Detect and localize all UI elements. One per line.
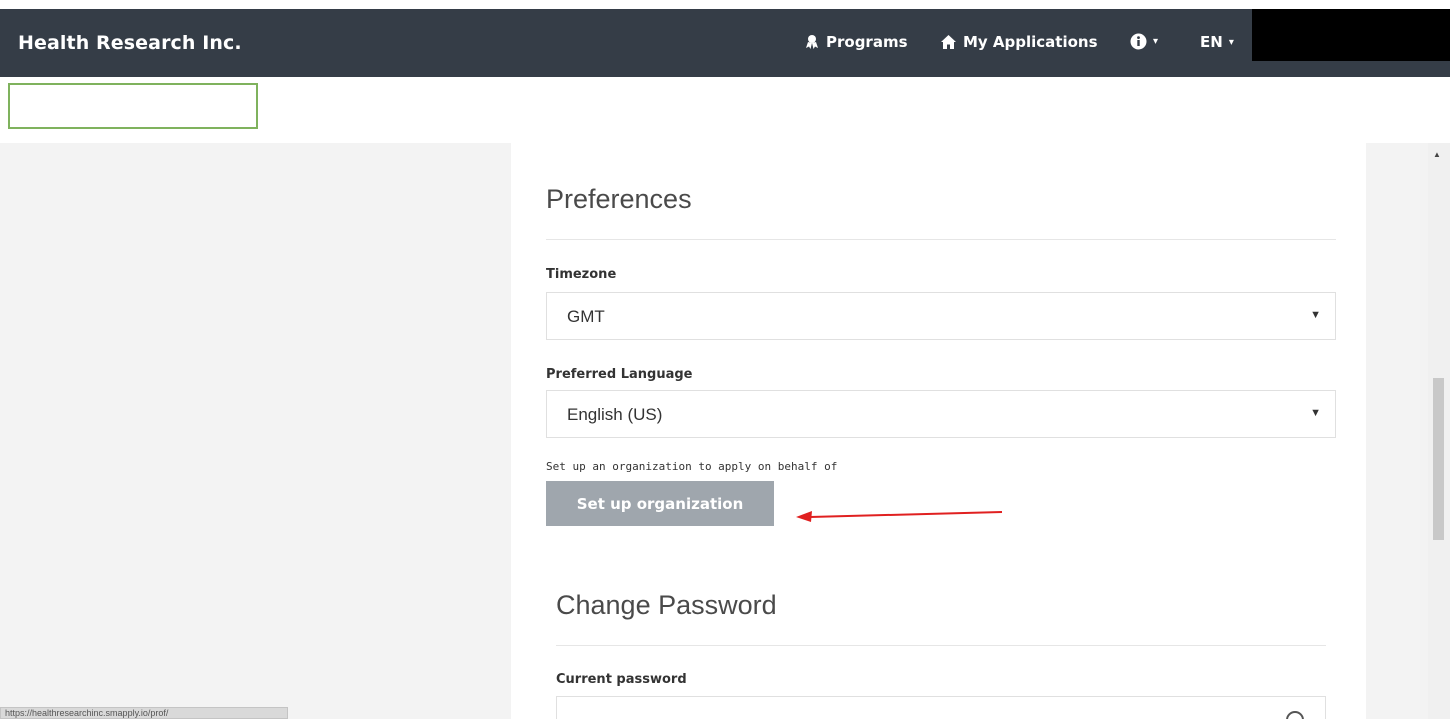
brand-title[interactable]: Health Research Inc. — [18, 32, 242, 54]
redacted-area — [1252, 9, 1450, 61]
scrollbar-thumb[interactable] — [1433, 378, 1444, 540]
divider — [546, 239, 1336, 240]
set-up-organization-button[interactable]: Set up organization — [546, 481, 774, 526]
current-password-label: Current password — [556, 672, 687, 687]
change-password-heading: Change Password — [556, 590, 777, 620]
nav-info-menu[interactable]: ▾ — [1130, 33, 1158, 50]
nav-applications-label: My Applications — [963, 33, 1098, 51]
caret-down-icon: ▼ — [1310, 309, 1321, 321]
highlight-box — [8, 83, 258, 129]
top-frame — [0, 0, 1450, 9]
preferred-language-label: Preferred Language — [546, 367, 693, 382]
divider — [556, 645, 1326, 646]
scroll-up-icon[interactable]: ▲ — [1433, 150, 1441, 159]
caret-down-icon: ▾ — [1153, 36, 1159, 47]
nav-language-menu[interactable]: EN ▾ — [1200, 33, 1234, 51]
caret-down-icon: ▼ — [1310, 407, 1321, 419]
award-icon — [806, 35, 818, 49]
nav-programs-label: Programs — [826, 33, 908, 51]
timezone-value: GMT — [567, 307, 605, 326]
timezone-select[interactable]: GMT ▼ — [546, 292, 1336, 340]
annotation-arrow-icon — [796, 511, 1003, 522]
organization-help-text: Set up an organization to apply on behal… — [546, 460, 838, 473]
nav-language-label: EN — [1200, 33, 1223, 51]
preferred-language-value: English (US) — [567, 405, 663, 424]
preferred-language-select[interactable]: English (US) ▼ — [546, 390, 1336, 438]
home-icon — [941, 35, 956, 49]
caret-down-icon: ▾ — [1228, 36, 1234, 48]
nav-my-applications[interactable]: My Applications — [940, 33, 1098, 51]
status-bar-url: https://healthresearchinc.smapply.io/pro… — [0, 707, 288, 719]
timezone-label: Timezone — [546, 267, 617, 282]
info-icon — [1130, 33, 1147, 50]
preferences-heading: Preferences — [546, 184, 692, 214]
navbar: Health Research Inc. Programs My Applica… — [0, 9, 1450, 77]
nav-programs[interactable]: Programs — [804, 33, 908, 51]
current-password-input[interactable] — [556, 696, 1326, 719]
